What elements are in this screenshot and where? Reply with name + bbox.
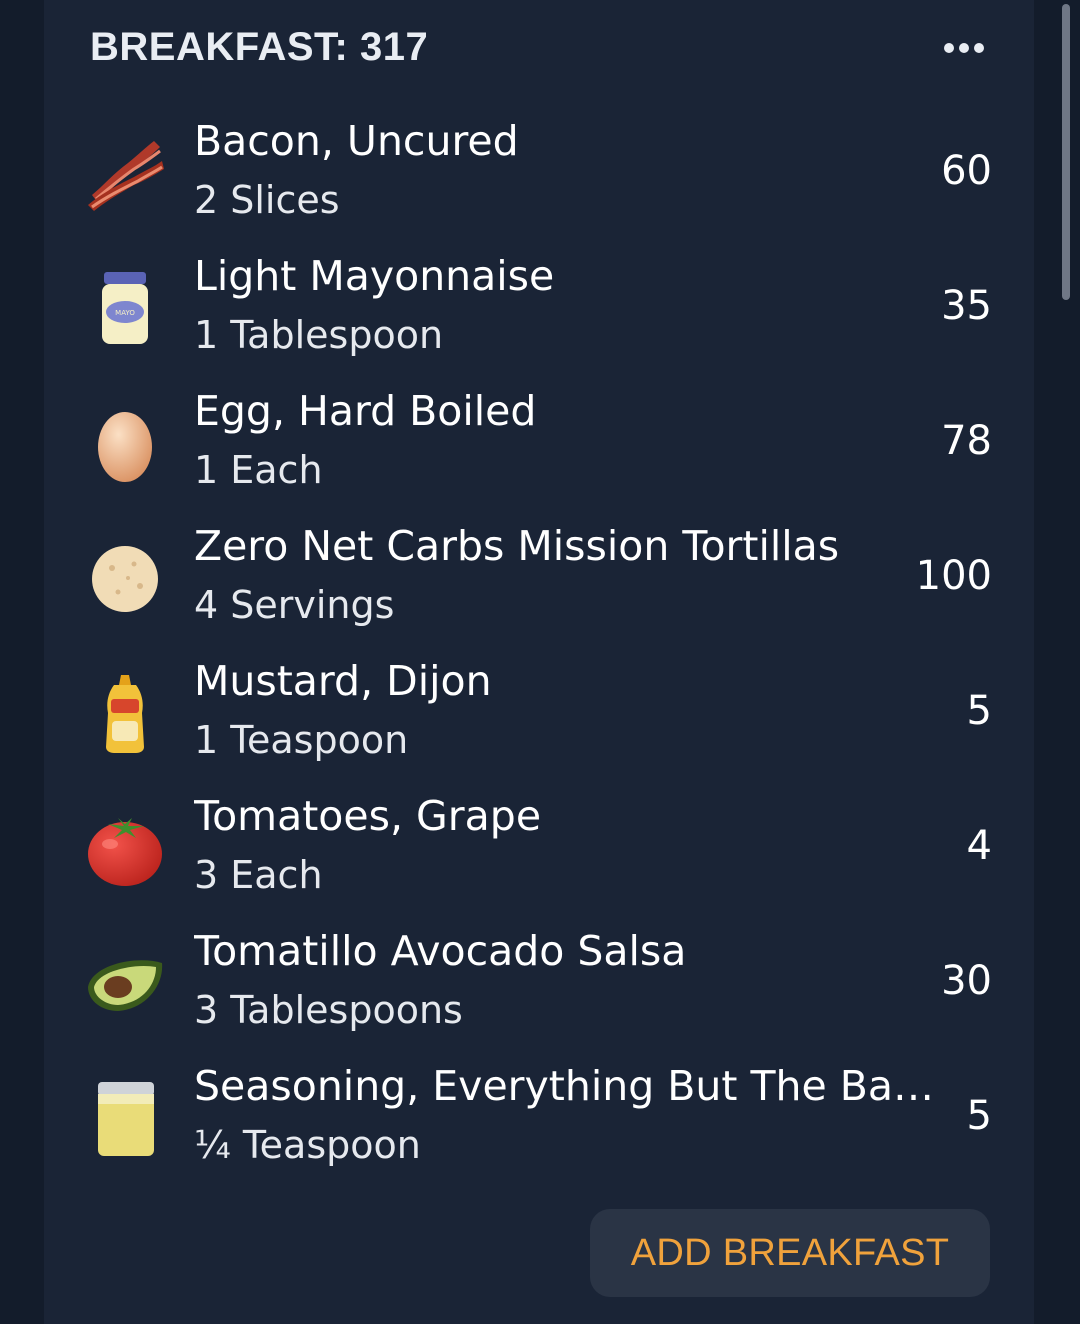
- food-serving: 4 Servings: [194, 583, 395, 627]
- scrollbar[interactable]: [1062, 4, 1070, 300]
- food-row-bacon[interactable]: Bacon, Uncured 2 Slices 60: [44, 105, 1034, 240]
- food-calories: 100: [915, 553, 992, 599]
- food-row-tortillas[interactable]: Zero Net Carbs Mission Tortillas 4 Servi…: [44, 510, 1034, 645]
- more-options-icon[interactable]: [936, 30, 992, 66]
- food-name: Tomatillo Avocado Salsa: [194, 927, 687, 975]
- food-name: Light Mayonnaise: [194, 252, 555, 300]
- food-calories: 60: [941, 148, 992, 194]
- meal-title: BREAKFAST: 317: [90, 24, 429, 69]
- food-serving: 3 Tablespoons: [194, 988, 463, 1032]
- food-row-salsa[interactable]: Tomatillo Avocado Salsa 3 Tablespoons 30: [44, 915, 1034, 1050]
- add-breakfast-button[interactable]: ADD BREAKFAST: [590, 1209, 990, 1297]
- food-name: Zero Net Carbs Mission Tortillas: [194, 522, 840, 570]
- tomato-icon: [84, 808, 166, 890]
- svg-text:MAYO: MAYO: [115, 309, 135, 317]
- food-calories: 30: [941, 958, 992, 1004]
- food-name: Mustard, Dijon: [194, 657, 492, 705]
- food-row-egg[interactable]: Egg, Hard Boiled 1 Each 78: [44, 375, 1034, 510]
- mustard-bottle-icon: [84, 673, 166, 755]
- mayonnaise-jar-icon: MAYO: [84, 268, 166, 350]
- food-calories: 5: [966, 1093, 992, 1139]
- food-calories: 5: [966, 688, 992, 734]
- avocado-icon: [84, 943, 166, 1025]
- food-row-tomatoes[interactable]: Tomatoes, Grape 3 Each 4: [44, 780, 1034, 915]
- food-row-mayonnaise[interactable]: MAYO Light Mayonnaise 1 Tablespoon 35: [44, 240, 1034, 375]
- food-name: Bacon, Uncured: [194, 117, 519, 165]
- food-serving: 1 Teaspoon: [194, 718, 409, 762]
- food-serving: 2 Slices: [194, 178, 340, 222]
- food-row-seasoning[interactable]: Seasoning, Everything But The Bag… ¼ Tea…: [44, 1050, 1034, 1185]
- spice-jar-icon: [84, 1078, 166, 1160]
- food-serving: 1 Each: [194, 448, 323, 492]
- food-serving: ¼ Teaspoon: [194, 1123, 421, 1167]
- food-serving: 3 Each: [194, 853, 323, 897]
- food-calories: 35: [941, 283, 992, 329]
- egg-icon: [84, 403, 166, 485]
- tortilla-icon: [84, 538, 166, 620]
- food-name: Seasoning, Everything But The Bag…: [194, 1062, 954, 1110]
- food-name: Egg, Hard Boiled: [194, 387, 537, 435]
- food-calories: 78: [941, 418, 992, 464]
- bacon-icon: [84, 133, 166, 215]
- food-serving: 1 Tablespoon: [194, 313, 444, 357]
- food-list: Bacon, Uncured 2 Slices 60 MAYO Light Ma…: [44, 105, 1034, 1185]
- food-calories: 4: [966, 823, 992, 869]
- food-name: Tomatoes, Grape: [194, 792, 542, 840]
- food-row-mustard[interactable]: Mustard, Dijon 1 Teaspoon 5: [44, 645, 1034, 780]
